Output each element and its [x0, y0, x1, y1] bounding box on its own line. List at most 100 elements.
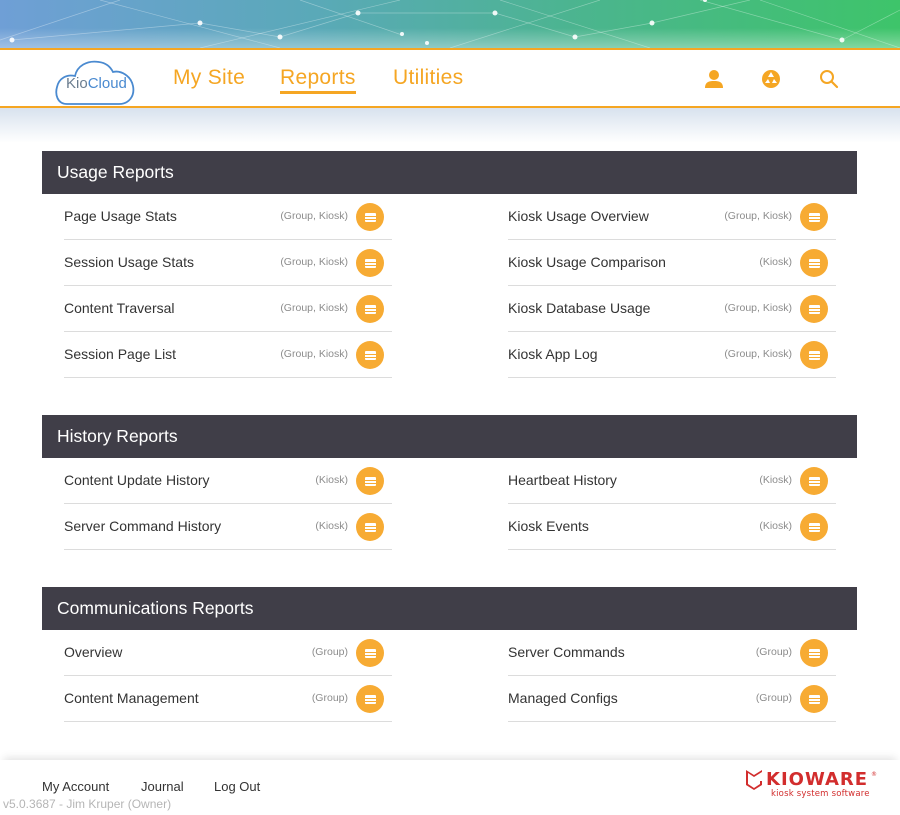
recycle-icon[interactable]	[760, 68, 782, 90]
report-title[interactable]: Kiosk Database Usage	[508, 300, 650, 316]
open-report-button[interactable]	[800, 203, 828, 231]
open-report-button[interactable]	[800, 249, 828, 277]
report-row[interactable]: Kiosk Usage Comparison (Kiosk)	[508, 240, 836, 286]
open-report-button[interactable]	[800, 295, 828, 323]
report-row[interactable]: Content Traversal (Group, Kiosk)	[64, 286, 392, 332]
list-icon	[808, 304, 820, 314]
search-icon[interactable]	[818, 68, 840, 90]
report-row[interactable]: Page Usage Stats (Group, Kiosk)	[64, 194, 392, 240]
report-scope: (Group)	[755, 692, 792, 704]
user-icon[interactable]	[703, 68, 725, 90]
subheader-gradient	[0, 108, 900, 143]
report-scope: (Group, Kiosk)	[724, 210, 792, 222]
report-row[interactable]: Kiosk Database Usage (Group, Kiosk)	[508, 286, 836, 332]
nav-utilities[interactable]: Utilities	[393, 66, 463, 90]
kioware-wordmark: KIOWARE	[766, 769, 868, 790]
report-title[interactable]: Server Commands	[508, 644, 625, 660]
list-icon	[808, 522, 820, 532]
report-row[interactable]: Session Page List (Group, Kiosk)	[64, 332, 392, 378]
open-report-button[interactable]	[800, 513, 828, 541]
report-title[interactable]: Kiosk Usage Overview	[508, 208, 649, 224]
report-title[interactable]: Kiosk Events	[508, 518, 589, 534]
section-header: History Reports	[42, 415, 857, 458]
communications-reports-section: Communications Reports Overview (Group) C…	[42, 587, 857, 722]
open-report-button[interactable]	[356, 467, 384, 495]
list-icon	[808, 694, 820, 704]
report-title[interactable]: Server Command History	[64, 518, 221, 534]
report-column-left: Overview (Group) Content Management (Group…	[64, 630, 392, 722]
report-column-right: Kiosk Usage Overview (Group, Kiosk) Kiosk…	[508, 194, 836, 378]
list-icon	[364, 694, 376, 704]
open-report-button[interactable]	[800, 685, 828, 713]
list-icon	[364, 648, 376, 658]
report-scope: (Group)	[755, 646, 792, 658]
report-row[interactable]: Kiosk Events (Kiosk)	[508, 504, 836, 550]
section-header: Communications Reports	[42, 587, 857, 630]
open-report-button[interactable]	[800, 467, 828, 495]
open-report-button[interactable]	[356, 249, 384, 277]
list-icon	[808, 648, 820, 658]
list-icon	[364, 476, 376, 486]
open-report-button[interactable]	[356, 639, 384, 667]
report-title[interactable]: Content Management	[64, 690, 199, 706]
list-icon	[808, 212, 820, 222]
list-icon	[364, 522, 376, 532]
report-scope: (Kiosk)	[315, 520, 348, 532]
svg-text:®: ®	[871, 771, 877, 778]
header-banner	[0, 0, 900, 48]
usage-reports-section: Usage Reports Page Usage Stats (Group, Ki…	[42, 151, 857, 378]
list-icon	[808, 258, 820, 268]
list-icon	[364, 350, 376, 360]
open-report-button[interactable]	[800, 639, 828, 667]
list-icon	[364, 304, 376, 314]
report-scope: (Group, Kiosk)	[280, 256, 348, 268]
report-scope: (Group, Kiosk)	[724, 302, 792, 314]
report-title[interactable]: Heartbeat History	[508, 472, 617, 488]
open-report-button[interactable]	[356, 685, 384, 713]
report-row[interactable]: Kiosk App Log (Group, Kiosk)	[508, 332, 836, 378]
report-title[interactable]: Kiosk Usage Comparison	[508, 254, 666, 270]
network-pattern	[0, 0, 900, 48]
kioware-tagline: kiosk system software	[771, 789, 870, 799]
journal-link[interactable]: Journal	[141, 779, 184, 794]
report-title[interactable]: Managed Configs	[508, 690, 618, 706]
report-title[interactable]: Kiosk App Log	[508, 346, 598, 362]
report-scope: (Group, Kiosk)	[280, 302, 348, 314]
report-column-left: Page Usage Stats (Group, Kiosk) Session U…	[64, 194, 392, 378]
list-icon	[364, 258, 376, 268]
open-report-button[interactable]	[800, 341, 828, 369]
open-report-button[interactable]	[356, 203, 384, 231]
report-row[interactable]: Managed Configs (Group)	[508, 676, 836, 722]
report-scope: (Group, Kiosk)	[724, 348, 792, 360]
report-row[interactable]: Content Update History (Kiosk)	[64, 458, 392, 504]
report-row[interactable]: Server Command History (Kiosk)	[64, 504, 392, 550]
report-row[interactable]: Kiosk Usage Overview (Group, Kiosk)	[508, 194, 836, 240]
open-report-button[interactable]	[356, 295, 384, 323]
report-scope: (Group, Kiosk)	[280, 348, 348, 360]
my-account-link[interactable]: My Account	[42, 779, 109, 794]
log-out-link[interactable]: Log Out	[214, 779, 260, 794]
report-title[interactable]: Session Page List	[64, 346, 176, 362]
report-row[interactable]: Overview (Group)	[64, 630, 392, 676]
history-reports-section: History Reports Content Update History (K…	[42, 415, 857, 550]
open-report-button[interactable]	[356, 513, 384, 541]
report-title[interactable]: Overview	[64, 644, 122, 660]
report-row[interactable]: Session Usage Stats (Group, Kiosk)	[64, 240, 392, 286]
list-icon	[364, 212, 376, 222]
open-report-button[interactable]	[356, 341, 384, 369]
report-title[interactable]: Content Traversal	[64, 300, 175, 316]
nav-reports[interactable]: Reports	[280, 66, 356, 94]
version-info: v5.0.3687 - Jim Kruper (Owner)	[3, 797, 172, 811]
nav-my-site[interactable]: My Site	[173, 66, 245, 90]
report-scope: (Kiosk)	[759, 256, 792, 268]
report-title[interactable]: Content Update History	[64, 472, 210, 488]
report-scope: (Group)	[311, 692, 348, 704]
logo-text: KioCloud	[66, 75, 127, 92]
report-title[interactable]: Page Usage Stats	[64, 208, 177, 224]
report-row[interactable]: Server Commands (Group)	[508, 630, 836, 676]
list-icon	[808, 476, 820, 486]
report-row[interactable]: Heartbeat History (Kiosk)	[508, 458, 836, 504]
report-title[interactable]: Session Usage Stats	[64, 254, 194, 270]
report-scope: (Group, Kiosk)	[280, 210, 348, 222]
report-row[interactable]: Content Management (Group)	[64, 676, 392, 722]
